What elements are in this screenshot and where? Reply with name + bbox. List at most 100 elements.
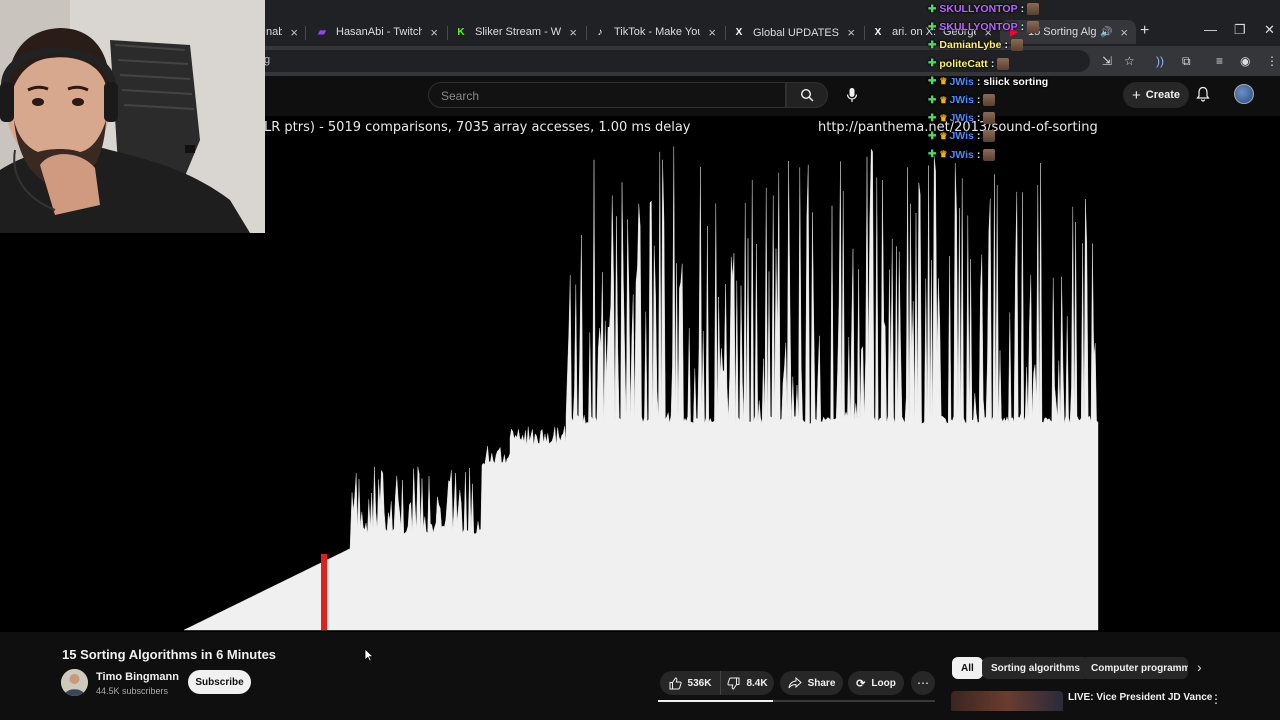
thumbs-down-icon xyxy=(727,677,740,690)
channel-name[interactable]: Timo Bingmann xyxy=(96,671,179,683)
extensions-puzzle-icon[interactable]: ⧉ xyxy=(1182,54,1191,69)
tab-label: Global UPDATES on X: "🔺 xyxy=(753,26,839,39)
voice-search-button[interactable] xyxy=(838,81,866,109)
like-button[interactable]: 536K xyxy=(660,671,720,695)
like-count: 536K xyxy=(687,677,712,689)
diamond-badge-icon: ✚ xyxy=(928,3,937,15)
chevron-right-icon[interactable]: › xyxy=(1197,659,1202,675)
more-actions-button[interactable]: ⋯ xyxy=(911,671,935,695)
more-horiz-icon: ⋯ xyxy=(917,676,929,690)
diamond-badge-icon: ✚ xyxy=(928,58,937,70)
emote-icon xyxy=(1010,39,1023,52)
chip-computer-programming[interactable]: Computer programmin xyxy=(1082,657,1188,679)
channel-avatar-image xyxy=(61,669,88,696)
chat-username: politeCatt xyxy=(939,57,988,70)
search-icon xyxy=(800,88,814,102)
close-icon[interactable]: × xyxy=(290,25,298,40)
video-stats-text: LR ptrs) - 5019 comparisons, 7035 array … xyxy=(264,120,691,135)
chat-username: JWis xyxy=(949,130,974,143)
crown-badge-icon: ♛ xyxy=(939,149,948,160)
search-button[interactable] xyxy=(786,82,828,108)
chat-message: ✚ ♛ JWis: xyxy=(928,127,1128,145)
chat-username: JWis xyxy=(949,148,974,161)
create-label: Create xyxy=(1145,89,1180,101)
like-ratio-bar xyxy=(658,700,773,702)
share-icon xyxy=(788,677,802,689)
emote-icon xyxy=(983,112,996,125)
chat-message: ✚ SKULLYONTOP: xyxy=(928,18,1128,36)
thumbs-up-icon xyxy=(669,676,682,689)
webcam-overlay xyxy=(0,0,265,233)
emote-icon xyxy=(1027,21,1040,34)
loop-label: Loop xyxy=(871,677,896,689)
dislike-count: 8.4K xyxy=(746,677,768,689)
recommended-title[interactable]: LIVE: Vice President JD Vance xyxy=(1068,692,1212,703)
tab-hasanabi[interactable]: ▰ HasanAbi - Twitch × xyxy=(308,20,446,44)
tab-nable[interactable]: nable × xyxy=(258,20,306,44)
maximize-icon[interactable]: ❐ xyxy=(1234,22,1246,38)
bell-icon xyxy=(1196,86,1210,102)
chat-username: JWis xyxy=(949,75,974,88)
diamond-badge-icon: ✚ xyxy=(928,112,937,124)
tab-sliker[interactable]: K Sliker Stream - Watch Live × xyxy=(447,20,585,44)
emote-icon xyxy=(997,57,1010,70)
chip-sorting-algorithms[interactable]: Sorting algorithms xyxy=(982,657,1089,679)
tab-label: Sliker Stream - Watch Live xyxy=(475,26,561,38)
chat-username: SKULLYONTOP xyxy=(939,21,1018,34)
watch-metadata: 15 Sorting Algorithms in 6 Minutes Timo … xyxy=(0,632,1280,720)
loop-icon: ⟳ xyxy=(856,677,866,690)
extension-audio-icon[interactable]: )) xyxy=(1156,54,1164,68)
share-button[interactable]: Share xyxy=(780,671,843,695)
close-icon[interactable]: × xyxy=(569,25,577,40)
chat-message: ✚ ♛ JWis: xyxy=(928,146,1128,164)
tab-tiktok[interactable]: ♪ TikTok - Make Your Day × xyxy=(586,20,724,44)
subscribe-button[interactable]: Subscribe xyxy=(188,670,251,694)
like-ratio-track xyxy=(773,700,935,702)
tab-global-updates[interactable]: X Global UPDATES on X: "🔺 × xyxy=(725,20,863,44)
crown-badge-icon: ♛ xyxy=(939,76,948,87)
media-control-icon[interactable]: ≡ xyxy=(1216,54,1223,68)
streamer-webcam-image xyxy=(0,0,265,233)
window-close-icon[interactable]: ✕ xyxy=(1264,22,1275,38)
diamond-badge-icon: ✚ xyxy=(928,21,937,33)
close-icon[interactable]: × xyxy=(708,25,716,40)
minimize-icon[interactable]: — xyxy=(1204,22,1217,37)
kebab-menu-icon[interactable]: ⋮ xyxy=(1266,54,1278,68)
tiktok-icon: ♪ xyxy=(597,26,603,38)
dislike-button[interactable]: 8.4K xyxy=(720,671,774,695)
screen: nable × ▰ HasanAbi - Twitch × K Sliker S… xyxy=(0,0,1280,720)
plus-icon: + xyxy=(1131,86,1141,104)
mouse-cursor-icon xyxy=(364,648,374,662)
loop-button[interactable]: ⟳ Loop xyxy=(848,671,904,695)
new-tab-button[interactable]: + xyxy=(1140,22,1149,40)
diamond-badge-icon: ✚ xyxy=(928,76,937,88)
microphone-icon xyxy=(846,88,858,102)
chat-message: ✚ DamianLybe: xyxy=(928,36,1128,54)
channel-avatar[interactable] xyxy=(61,669,88,696)
x-icon: X xyxy=(874,26,882,38)
account-avatar[interactable] xyxy=(1234,84,1254,104)
tab-label: nable xyxy=(266,26,283,38)
chat-username: JWis xyxy=(949,94,974,107)
close-icon[interactable]: × xyxy=(847,25,855,40)
tab-label: HasanAbi - Twitch xyxy=(336,26,423,38)
chat-username: DamianLybe xyxy=(939,39,1002,52)
close-icon[interactable]: × xyxy=(430,25,438,40)
emote-icon xyxy=(1027,3,1040,16)
recommended-thumbnail[interactable] xyxy=(951,691,1063,711)
chat-username: SKULLYONTOP xyxy=(939,3,1018,16)
tab-label: TikTok - Make Your Day xyxy=(614,26,700,38)
profile-icon[interactable]: ◉ xyxy=(1240,54,1250,68)
notifications-button[interactable] xyxy=(1196,86,1210,107)
kick-icon: K xyxy=(457,26,465,38)
chat-overlay: ✚ SKULLYONTOP: ✚ SKULLYONTOP: ✚ DamianLybe:… xyxy=(928,0,1128,161)
kebab-menu-icon[interactable]: ⋮ xyxy=(1210,692,1222,706)
tab-separator xyxy=(305,26,306,40)
chip-all[interactable]: All xyxy=(952,657,983,679)
x-icon: X xyxy=(735,26,743,38)
subscriber-count: 44.5K subscribers xyxy=(96,686,169,696)
video-title: 15 Sorting Algorithms in 6 Minutes xyxy=(62,647,277,662)
chat-message: ✚ ♛ JWis: xyxy=(928,109,1128,127)
create-button[interactable]: + Create xyxy=(1123,82,1189,108)
search-input[interactable]: Search xyxy=(428,82,786,108)
